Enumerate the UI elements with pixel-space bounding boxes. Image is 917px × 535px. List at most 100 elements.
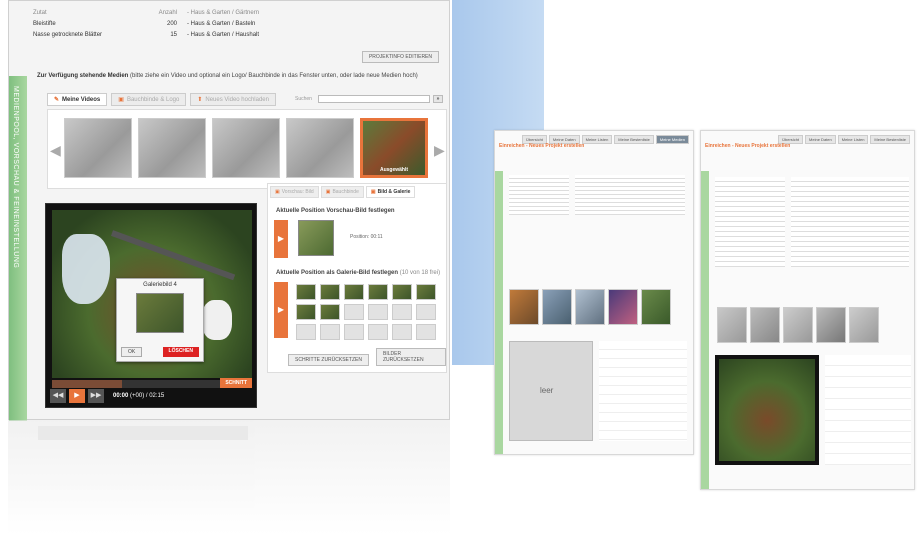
thumbnail[interactable] — [575, 289, 605, 325]
gallery-cell[interactable] — [320, 304, 340, 320]
gallery-cell[interactable] — [416, 304, 436, 320]
gallery-cell[interactable] — [344, 284, 364, 300]
dialog-title: Galeriebild 4 — [143, 282, 177, 288]
preview-icon: ▣ — [275, 189, 280, 195]
gallery-cell[interactable] — [368, 324, 388, 340]
secondary-screen-b: Übersicht Meine Daten Meine Listen Meine… — [700, 130, 915, 490]
video-thumbnail[interactable] — [212, 118, 280, 178]
row-category: - Haus & Garten / Haushalt — [187, 31, 260, 38]
video-thumbnail-selected[interactable]: Ausgewählt — [360, 118, 428, 178]
timeline-progress — [52, 380, 122, 388]
set-preview-arrow-icon[interactable]: ▶ — [274, 220, 288, 258]
set-gallery-arrow-icon[interactable]: ▶ — [274, 282, 288, 338]
tab-label: Bauchbinde & Logo — [126, 97, 180, 103]
gallery-cell[interactable] — [296, 284, 316, 300]
thumbnail[interactable] — [783, 307, 813, 343]
main-editor-panel: Zutat Anzahl - Haus & Garten / Gärtnern … — [8, 0, 450, 421]
gallery-cell[interactable] — [296, 304, 316, 320]
image-gallery-panel: ▣ Vorschau: Bild ▣ Bauchbinde ▣ Bild & Gale… — [267, 183, 447, 373]
screen-b-thumbnails — [717, 307, 879, 343]
nav-my-lists[interactable]: Meine Listen — [581, 135, 613, 144]
nav-my-media[interactable]: Meine Medien — [655, 135, 689, 144]
screen-b-video[interactable] — [715, 355, 819, 465]
gallery-cell[interactable] — [368, 304, 388, 320]
row-category: - Haus & Garten / Basteln — [187, 20, 256, 27]
timecode: 00:00 (+00) / 02:15 — [113, 393, 164, 399]
tab-label: Neues Video hochladen — [205, 97, 269, 103]
gallery-cell[interactable] — [320, 324, 340, 340]
nav-my-leaderboard[interactable]: Meine Bestenliste — [614, 135, 654, 144]
gallery-section-title: Aktuelle Position als Galerie-Bild festl… — [276, 270, 440, 276]
player-controls: ◀◀ ▶ ▶▶ 00:00 (+00) / 02:15 — [50, 389, 164, 403]
lower-third-icon: ▣ — [325, 189, 331, 195]
thumbnail[interactable] — [717, 307, 747, 343]
row-qty: 200 — [166, 20, 177, 27]
thumbnail[interactable] — [849, 307, 879, 343]
play-icon[interactable]: ▶ — [69, 389, 85, 403]
gallery-grid — [296, 284, 436, 340]
panel-reflection — [8, 420, 450, 535]
thumbnail[interactable] — [509, 289, 539, 325]
tab-label: Meine Videos — [62, 97, 101, 103]
tab-my-videos[interactable]: ✎ Meine Videos — [47, 93, 108, 106]
preview-thumbnail — [298, 220, 334, 256]
edit-project-button[interactable]: PROJEKTINFO EDITIEREN — [361, 51, 439, 63]
thumbnail[interactable] — [641, 289, 671, 325]
gallery-cell[interactable] — [320, 284, 340, 300]
ok-button[interactable]: OK — [121, 347, 143, 357]
video-thumbnail[interactable] — [64, 118, 132, 178]
thumbnail[interactable] — [542, 289, 572, 325]
screen-b-text-block — [791, 177, 909, 267]
nav-my-lists[interactable]: Meine Listen — [837, 135, 869, 144]
gallery-cell[interactable] — [296, 324, 316, 340]
video-frame — [719, 359, 815, 461]
video-thumbnail[interactable] — [286, 118, 354, 178]
gallery-cell[interactable] — [416, 324, 436, 340]
search-button[interactable]: » — [433, 95, 443, 103]
tab-preview-image[interactable]: ▣ Vorschau: Bild — [270, 186, 319, 198]
carousel-next-icon[interactable]: ▶ — [434, 130, 445, 170]
project-ingredients-table: Zutat Anzahl - Haus & Garten / Gärtnern … — [33, 7, 333, 40]
tab-lower-third-logo[interactable]: ▣ Bauchbinde & Logo — [111, 93, 187, 106]
gallery-hint: (10 von 18 frei) — [399, 270, 441, 276]
thumbnail[interactable] — [750, 307, 780, 343]
screen-a-side-strip — [495, 171, 503, 454]
thumbnail[interactable] — [608, 289, 638, 325]
gallery-cell[interactable] — [344, 324, 364, 340]
image-icon: ▣ — [118, 97, 124, 103]
video-thumbnail[interactable] — [138, 118, 206, 178]
position-label: Position: 00:11 — [350, 234, 383, 240]
tab-upload-video[interactable]: ⬆ Neues Video hochladen — [190, 93, 276, 106]
time-current: 00:00 — [113, 393, 129, 399]
screen-a-header: Einreichen - Neues Projekt erstellen — [499, 143, 585, 149]
reflection-bar — [38, 426, 248, 440]
upload-icon: ⬆ — [197, 97, 203, 103]
carousel-prev-icon[interactable]: ◀ — [50, 130, 61, 170]
rewind-icon[interactable]: ◀◀ — [50, 389, 66, 403]
reset-steps-button[interactable]: SCHRITTE ZURÜCKSETZEN — [288, 354, 369, 366]
preview-section-title: Aktuelle Position Vorschau-Bild festlege… — [276, 208, 395, 214]
gallery-cell[interactable] — [368, 284, 388, 300]
gallery-cell[interactable] — [392, 324, 412, 340]
cut-button[interactable]: SCHNITT — [220, 378, 252, 388]
screenshot-scene: Zutat Anzahl - Haus & Garten / Gärtnern … — [0, 0, 917, 535]
right-panel-tabs: ▣ Vorschau: Bild ▣ Bauchbinde ▣ Bild & Gale… — [270, 186, 416, 198]
thumbnail[interactable] — [816, 307, 846, 343]
gallery-cell[interactable] — [416, 284, 436, 300]
tab-image-gallery[interactable]: ▣ Bild & Galerie — [365, 186, 416, 198]
nav-my-leaderboard[interactable]: Meine Bestenliste — [870, 135, 910, 144]
gallery-cell[interactable] — [392, 284, 412, 300]
media-section-title: Zur Verfügung stehende Medien (bitte zie… — [37, 73, 418, 79]
gallery-cell[interactable] — [344, 304, 364, 320]
search-input[interactable] — [318, 95, 430, 103]
nav-my-data[interactable]: Meine Daten — [805, 135, 836, 144]
empty-label: leer — [540, 386, 554, 395]
gallery-title: Aktuelle Position als Galerie-Bild festl… — [276, 270, 399, 276]
reset-images-button[interactable]: BILDER ZURÜCKSETZEN — [376, 348, 446, 366]
gallery-cell[interactable] — [392, 304, 412, 320]
fast-forward-icon[interactable]: ▶▶ — [88, 389, 104, 403]
tab-label: Bauchbinde — [332, 189, 359, 195]
tab-lower-third[interactable]: ▣ Bauchbinde — [320, 186, 364, 198]
delete-button[interactable]: LÖSCHEN — [162, 347, 199, 357]
video-frame[interactable]: Galeriebild 4 OK LÖSCHEN — [52, 210, 252, 378]
